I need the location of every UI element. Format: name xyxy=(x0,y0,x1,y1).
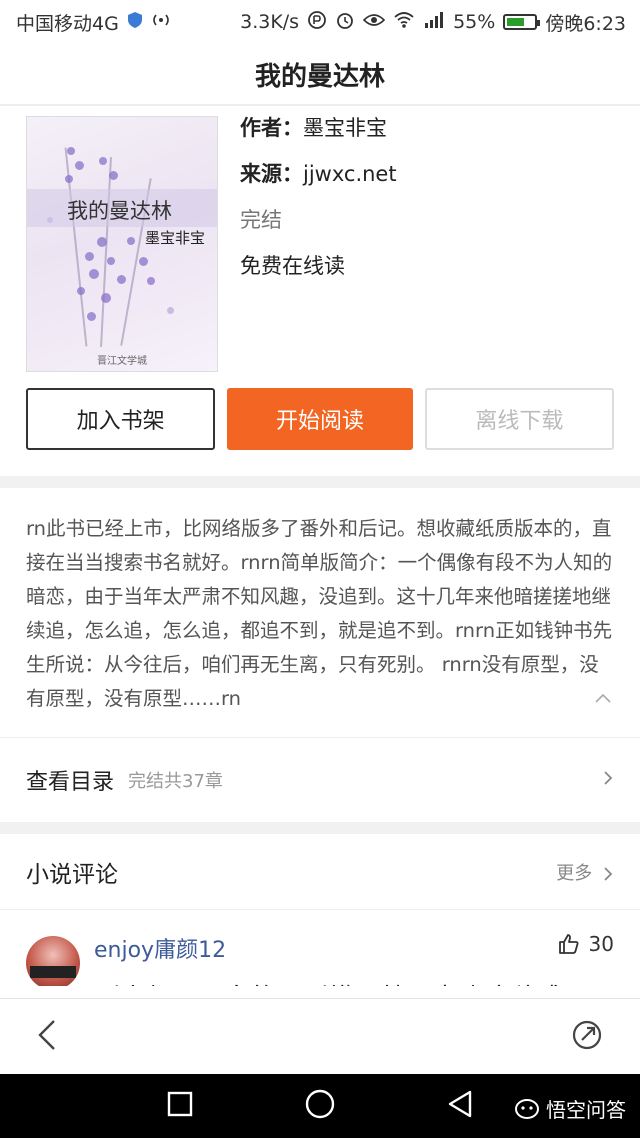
back-nav-icon[interactable] xyxy=(446,1089,474,1123)
author-label: 作者： xyxy=(240,116,303,140)
carrier-label: 中国移动4G xyxy=(16,12,119,35)
avatar[interactable] xyxy=(26,936,80,986)
toc-subtitle: 完结共37章 xyxy=(128,771,223,792)
source-row: 来源：jjwxc.net xyxy=(240,162,397,208)
status-bar: 中国移动4G 3.3K/s 55% 傍晚6:23 xyxy=(0,0,640,44)
reviews-title: 小说评论 xyxy=(26,861,118,888)
offline-download-button[interactable]: 离线下载 xyxy=(424,388,614,450)
book-meta: 作者：墨宝非宝 来源：jjwxc.net 完结 免费在线读 xyxy=(240,116,397,388)
wukong-logo-icon xyxy=(515,1098,539,1119)
more-label: 更多 xyxy=(556,862,593,884)
battery-icon xyxy=(503,14,541,30)
book-description[interactable]: rn此书已经上市，比网络版多了番外和后记。想收藏纸质版本的，直接在当当搜索书名就… xyxy=(0,488,640,738)
recents-icon[interactable] xyxy=(166,1090,194,1122)
hotspot-icon xyxy=(151,11,171,33)
shield-icon xyxy=(127,11,143,34)
thumbs-up-icon xyxy=(558,934,579,954)
book-cover[interactable]: 我的曼达林 墨宝非宝 晋江文学城 xyxy=(26,116,218,372)
book-price: 免费在线读 xyxy=(240,254,345,278)
brand-name: 悟空问答 xyxy=(546,1098,626,1122)
network-speed: 3.3K/s xyxy=(240,11,300,33)
alarm-icon xyxy=(335,10,355,35)
comment-text: 别人都不是白的，别横，就是喜欢这种感 xyxy=(94,978,562,986)
back-icon[interactable] xyxy=(36,1018,58,1056)
toc-title: 查看目录 xyxy=(26,770,115,795)
source-label: 来源： xyxy=(240,162,303,186)
eye-icon xyxy=(362,11,386,33)
toc-row[interactable]: 查看目录 完结共37章 xyxy=(0,738,640,822)
battery-percent: 55% xyxy=(453,11,496,33)
start-reading-button[interactable]: 开始阅读 xyxy=(227,388,413,450)
comment-item[interactable]: enjoy庸颜12 30 别人都不是白的，别横，就是喜欢这种感 xyxy=(0,910,640,986)
source-value: jjwxc.net xyxy=(303,162,397,186)
data-saver-icon xyxy=(307,10,327,35)
system-nav-bar: 悟空问答 xyxy=(0,1074,640,1138)
author-name[interactable]: 墨宝非宝 xyxy=(303,116,387,140)
home-icon[interactable] xyxy=(304,1088,336,1124)
chevron-right-icon xyxy=(604,866,613,881)
divider xyxy=(0,822,640,834)
description-text: rn此书已经上市，比网络版多了番外和后记。想收藏纸质版本的，直接在当当搜索书名就… xyxy=(26,517,613,710)
share-icon[interactable] xyxy=(570,1018,604,1056)
divider xyxy=(0,476,640,488)
reviews-header: 小说评论 更多 xyxy=(0,834,640,910)
book-status: 完结 xyxy=(240,208,282,232)
cover-publisher: 晋江文学城 xyxy=(97,356,147,367)
clock: 傍晚6:23 xyxy=(545,12,626,35)
like-button[interactable]: 30 xyxy=(557,932,614,956)
chevron-right-icon xyxy=(602,768,614,793)
like-count: 30 xyxy=(588,932,614,956)
reviews-more-link[interactable]: 更多 xyxy=(556,859,614,885)
wifi-icon xyxy=(393,11,415,34)
collapse-icon[interactable] xyxy=(594,688,612,709)
bottom-toolbar xyxy=(0,998,640,1074)
signal-icon xyxy=(423,11,445,34)
book-info: 我的曼达林 墨宝非宝 晋江文学城 作者：墨宝非宝 来源：jjwxc.net 完结… xyxy=(0,106,640,388)
author-row: 作者：墨宝非宝 xyxy=(240,116,397,162)
action-buttons: 加入书架 开始阅读 离线下载 xyxy=(0,388,640,476)
comment-username[interactable]: enjoy庸颜12 xyxy=(94,932,226,964)
cover-author: 墨宝非宝 xyxy=(145,229,206,247)
page-title: 我的曼达林 xyxy=(254,61,385,92)
page-title-bar: 我的曼达林 xyxy=(0,44,640,106)
add-to-shelf-button[interactable]: 加入书架 xyxy=(26,388,216,450)
cover-title: 我的曼达林 xyxy=(67,199,172,223)
brand-watermark: 悟空问答 xyxy=(514,1094,626,1123)
